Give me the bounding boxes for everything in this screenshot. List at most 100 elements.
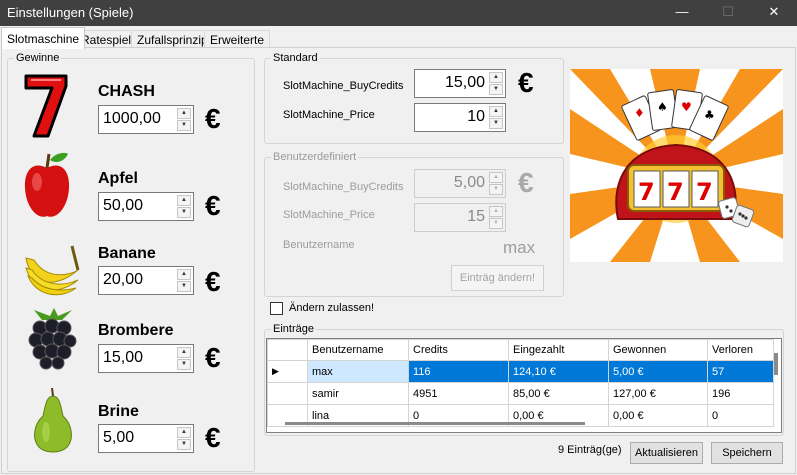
brombere-value-stepper[interactable]: 15,00 ▲ ▼ xyxy=(98,344,194,373)
seven-icon xyxy=(24,74,68,138)
entries-table[interactable]: Benutzername Credits Eingezahlt Gewonnen… xyxy=(266,338,782,433)
svg-text:7: 7 xyxy=(638,178,655,206)
maximize-button[interactable]: ☐ xyxy=(705,0,751,26)
standard-buy-credits-up-arrow-icon[interactable]: ▲ xyxy=(489,72,503,83)
standard-buy-credits-label: SlotMachine_BuyCredits xyxy=(283,80,404,92)
apfel-value: 50,00 xyxy=(103,197,144,214)
apfel-value-stepper[interactable]: 50,00 ▲ ▼ xyxy=(98,192,194,221)
banane-up-arrow-icon[interactable]: ▲ xyxy=(177,269,191,280)
table-cell[interactable]: 127,00 € xyxy=(608,382,708,405)
svg-text:♣: ♣ xyxy=(704,108,715,122)
column-header-gewonnen[interactable]: Gewonnen xyxy=(608,339,708,361)
column-header-benutzername[interactable]: Benutzername xyxy=(307,339,409,361)
selected-row-arrow-icon: ▶ xyxy=(267,360,308,383)
table-cell[interactable]: 196 xyxy=(707,382,774,405)
column-header-credits[interactable]: Credits xyxy=(408,339,509,361)
custom-username-value: max xyxy=(503,238,536,257)
prize-name-banane: Banane xyxy=(98,245,156,262)
title-bar: Einstellungen (Spiele) — ☐ ✕ xyxy=(0,0,797,26)
chash-up-arrow-icon[interactable]: ▲ xyxy=(177,108,191,119)
standard-buy-credits-down-arrow-icon[interactable]: ▼ xyxy=(489,84,503,95)
custom-price-down-arrow-icon[interactable]: ▼ xyxy=(489,218,503,229)
minimize-button[interactable]: — xyxy=(659,0,705,26)
brine-currency: € xyxy=(205,422,221,453)
standard-price-up-arrow-icon[interactable]: ▲ xyxy=(489,106,503,117)
pear-icon xyxy=(34,388,72,453)
brine-value: 5,00 xyxy=(103,429,135,446)
table-cell[interactable]: 124,10 € xyxy=(508,360,609,383)
brine-up-arrow-icon[interactable]: ▲ xyxy=(177,427,191,438)
window-title: Einstellungen (Spiele) xyxy=(7,5,134,20)
standard-currency: € xyxy=(518,67,534,98)
table-cell[interactable]: 0 xyxy=(707,404,774,427)
table-row[interactable]: samir 4951 85,00 € 127,00 € 196 xyxy=(267,382,774,405)
standard-price-stepper[interactable]: 10 ▲ ▼ xyxy=(414,103,506,132)
prize-name-chash: CHASH xyxy=(98,83,155,100)
brine-down-arrow-icon[interactable]: ▼ xyxy=(177,439,191,450)
prize-name-brine: Brine xyxy=(98,403,139,420)
custom-buy-credits-up-arrow-icon[interactable]: ▲ xyxy=(489,172,503,183)
prize-name-brombere: Brombere xyxy=(98,322,174,339)
refresh-button[interactable]: Aktualisieren xyxy=(630,442,703,464)
custom-currency: € xyxy=(518,167,534,198)
custom-buy-credits-stepper[interactable]: 5,00 ▲ ▼ xyxy=(414,169,506,198)
custom-price-label: SlotMachine_Price xyxy=(283,209,375,221)
chash-value-stepper[interactable]: 1000,00 ▲ ▼ xyxy=(98,105,194,134)
eintraege-legend: Einträge xyxy=(273,323,314,335)
standard-buy-credits-stepper[interactable]: 15,00 ▲ ▼ xyxy=(414,69,506,98)
apfel-down-arrow-icon[interactable]: ▼ xyxy=(177,207,191,218)
table-cell[interactable]: 4951 xyxy=(408,382,509,405)
table-row[interactable]: ▶ max 116 124,10 € 5,00 € 57 xyxy=(267,360,774,383)
apfel-up-arrow-icon[interactable]: ▲ xyxy=(177,195,191,206)
svg-text:♦: ♦ xyxy=(634,106,645,120)
chash-currency: € xyxy=(205,103,221,134)
prize-name-apfel: Apfel xyxy=(98,170,138,187)
change-entry-button[interactable]: Einträg ändern! xyxy=(451,265,544,291)
tab-erweiterte[interactable]: Erweiterte xyxy=(204,30,271,48)
tab-zufallsprinzip[interactable]: Zufallsprinzip xyxy=(131,30,214,48)
standard-price-label: SlotMachine_Price xyxy=(283,109,375,121)
table-cell[interactable]: 116 xyxy=(408,360,509,383)
banana-icon xyxy=(25,245,80,296)
svg-text:♠: ♠ xyxy=(657,100,668,114)
horizontal-scrollbar[interactable] xyxy=(285,422,585,425)
standard-legend: Standard xyxy=(273,52,318,64)
allow-changes-checkbox[interactable] xyxy=(270,302,283,315)
brombere-currency: € xyxy=(205,342,221,373)
custom-username-label: Benutzername xyxy=(283,239,355,251)
save-button[interactable]: Speichern xyxy=(711,442,783,464)
vertical-scrollbar[interactable] xyxy=(774,353,778,375)
table-cell[interactable]: 0,00 € xyxy=(608,404,708,427)
table-cell[interactable]: max xyxy=(307,360,409,383)
chash-down-arrow-icon[interactable]: ▼ xyxy=(177,120,191,131)
table-cell[interactable]: samir xyxy=(307,382,409,405)
banane-value-stepper[interactable]: 20,00 ▲ ▼ xyxy=(98,266,194,295)
custom-buy-credits-down-arrow-icon[interactable]: ▼ xyxy=(489,184,503,195)
blackberry-icon xyxy=(28,308,77,370)
standard-price-down-arrow-icon[interactable]: ▼ xyxy=(489,118,503,129)
table-cell[interactable]: 5,00 € xyxy=(608,360,708,383)
brine-value-stepper[interactable]: 5,00 ▲ ▼ xyxy=(98,424,194,453)
table-cell[interactable]: 85,00 € xyxy=(508,382,609,405)
column-header-verloren[interactable]: Verloren xyxy=(707,339,774,361)
close-button[interactable]: ✕ xyxy=(751,0,797,26)
brombere-up-arrow-icon[interactable]: ▲ xyxy=(177,347,191,358)
banane-down-arrow-icon[interactable]: ▼ xyxy=(177,281,191,292)
allow-changes-label: Ändern zulassen! xyxy=(289,302,374,314)
banane-currency: € xyxy=(205,266,221,297)
table-cell[interactable]: 57 xyxy=(707,360,774,383)
gewinne-legend: Gewinne xyxy=(16,52,60,64)
row-header[interactable] xyxy=(267,382,308,405)
tab-slotmaschine[interactable]: Slotmaschine xyxy=(1,27,86,49)
column-header-eingezahlt[interactable]: Eingezahlt xyxy=(508,339,609,361)
brombere-value: 15,00 xyxy=(103,349,144,366)
custom-price-stepper[interactable]: 15 ▲ ▼ xyxy=(414,203,506,232)
chash-value: 1000,00 xyxy=(103,110,161,127)
svg-text:♥: ♥ xyxy=(681,100,692,114)
brombere-down-arrow-icon[interactable]: ▼ xyxy=(177,359,191,370)
benutzerdefiniert-legend: Benutzerdefiniert xyxy=(273,151,357,163)
custom-price-up-arrow-icon[interactable]: ▲ xyxy=(489,206,503,217)
custom-buy-credits-value: 5,00 xyxy=(453,174,485,191)
apfel-currency: € xyxy=(205,190,221,221)
banane-value: 20,00 xyxy=(103,271,144,288)
